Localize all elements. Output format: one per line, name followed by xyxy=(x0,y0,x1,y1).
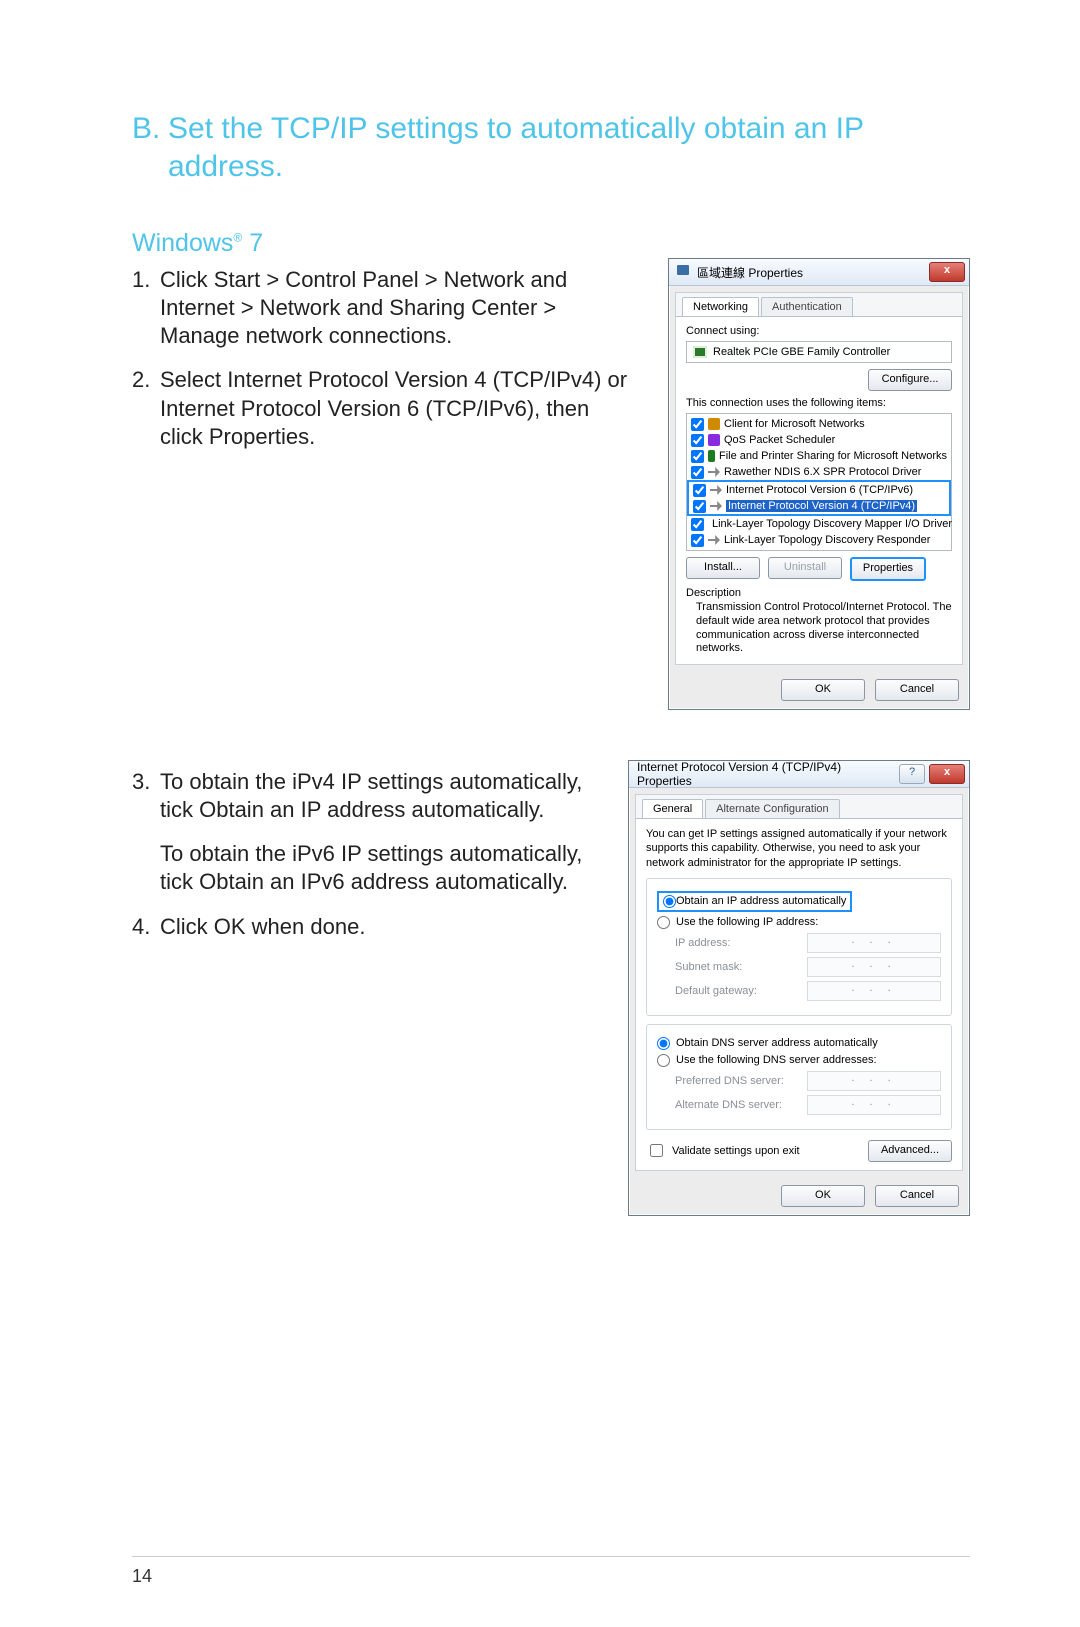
connection-properties-dialog: 區域連線 Properties x Networking Authenticat… xyxy=(668,258,970,710)
uses-items-label: This connection uses the following items… xyxy=(686,397,952,409)
help-icon[interactable]: ? xyxy=(899,764,925,784)
step-4: 4.Click OK when done. xyxy=(132,913,590,941)
page-number: 14 xyxy=(132,1566,152,1587)
gw-field: . . . xyxy=(807,981,941,1001)
cancel-button[interactable]: Cancel xyxy=(875,679,959,701)
intro-text: You can get IP settings assigned automat… xyxy=(646,827,952,870)
ok-button[interactable]: OK xyxy=(781,679,865,701)
advanced-button[interactable]: Advanced... xyxy=(868,1140,952,1162)
protocol-icon xyxy=(708,467,720,477)
manual-page: B. Set the TCP/IP settings to automatica… xyxy=(0,0,1080,1627)
properties-button[interactable]: Properties xyxy=(850,557,926,581)
check-icon[interactable] xyxy=(693,500,706,513)
radio-use-ip[interactable] xyxy=(657,916,670,929)
check-icon[interactable] xyxy=(691,418,704,431)
titlebar[interactable]: Internet Protocol Version 4 (TCP/IPv4) P… xyxy=(629,761,969,788)
radio-use-dns[interactable] xyxy=(657,1054,670,1067)
protocol-list[interactable]: Client for Microsoft Networks QoS Packet… xyxy=(686,413,952,551)
list-item: Link-Layer Topology Discovery Responder xyxy=(687,532,951,548)
close-icon[interactable]: x xyxy=(929,764,965,784)
highlight-box: Obtain an IP address automatically xyxy=(657,891,852,912)
section-letter: B. xyxy=(132,110,168,185)
network-icon xyxy=(677,265,691,279)
cancel-button[interactable]: Cancel xyxy=(875,1185,959,1207)
pdns-label: Preferred DNS server: xyxy=(675,1075,807,1087)
section-heading: B. Set the TCP/IP settings to automatica… xyxy=(132,110,970,185)
adns-field: . . . xyxy=(807,1095,941,1115)
client-icon xyxy=(708,418,720,430)
step-3b: To obtain the iPv6 IP settings automatic… xyxy=(132,840,590,896)
check-icon[interactable] xyxy=(691,534,704,547)
list-item: Client for Microsoft Networks xyxy=(687,416,951,432)
nic-icon xyxy=(693,346,707,358)
check-icon[interactable] xyxy=(693,484,706,497)
list-item: Rawether NDIS 6.X SPR Protocol Driver xyxy=(687,464,951,480)
footer-rule xyxy=(132,1556,970,1557)
radio-auto-dns[interactable] xyxy=(657,1037,670,1050)
highlight-box: Internet Protocol Version 6 (TCP/IPv6) I… xyxy=(687,480,951,516)
tab-networking[interactable]: Networking xyxy=(682,297,759,316)
tab-alternate[interactable]: Alternate Configuration xyxy=(705,799,840,818)
ip-label: IP address: xyxy=(675,937,807,949)
ip-field: . . . xyxy=(807,933,941,953)
tab-general[interactable]: General xyxy=(642,799,703,818)
step-3: 3.To obtain the iPv4 IP settings automat… xyxy=(132,768,590,824)
step-2: 2.Select Internet Protocol Version 4 (TC… xyxy=(132,366,630,450)
list-item: Internet Protocol Version 6 (TCP/IPv6) xyxy=(689,482,949,498)
close-icon[interactable]: x xyxy=(929,262,965,282)
connect-using-label: Connect using: xyxy=(686,325,952,337)
list-item-selected: Internet Protocol Version 4 (TCP/IPv4) xyxy=(689,498,949,514)
list-item: File and Printer Sharing for Microsoft N… xyxy=(687,448,951,464)
list-item: Link-Layer Topology Discovery Mapper I/O… xyxy=(687,516,951,532)
protocol-icon xyxy=(710,501,722,511)
qos-icon xyxy=(708,434,720,446)
tab-strip: General Alternate Configuration xyxy=(636,795,962,819)
protocol-icon xyxy=(710,485,722,495)
titlebar[interactable]: 區域連線 Properties x xyxy=(669,259,969,286)
pdns-field: . . . xyxy=(807,1071,941,1091)
mask-label: Subnet mask: xyxy=(675,961,807,973)
ip-group: Obtain an IP address automatically Use t… xyxy=(646,878,952,1016)
tab-strip: Networking Authentication xyxy=(676,293,962,317)
os-subheading: Windows® 7 xyxy=(132,229,970,258)
list-item: QoS Packet Scheduler xyxy=(687,432,951,448)
share-icon xyxy=(708,450,715,462)
protocol-icon xyxy=(708,535,720,545)
description-label: Description xyxy=(686,587,952,599)
install-button[interactable]: Install... xyxy=(686,557,760,579)
radio-auto-ip[interactable] xyxy=(663,895,676,908)
uninstall-button: Uninstall xyxy=(768,557,842,579)
validate-checkbox[interactable] xyxy=(650,1144,663,1157)
dialog-title: 區域連線 Properties xyxy=(697,264,929,281)
check-icon[interactable] xyxy=(691,434,704,447)
dns-group: Obtain DNS server address automatically … xyxy=(646,1024,952,1130)
validate-label: Validate settings upon exit xyxy=(672,1145,800,1157)
section-title: Set the TCP/IP settings to automatically… xyxy=(168,110,970,185)
adns-label: Alternate DNS server: xyxy=(675,1099,807,1111)
step-1: 1.Click Start > Control Panel > Network … xyxy=(132,266,630,350)
check-icon[interactable] xyxy=(691,450,704,463)
description-text: Transmission Control Protocol/Internet P… xyxy=(696,601,952,656)
check-icon[interactable] xyxy=(691,518,704,531)
ipv4-properties-dialog: Internet Protocol Version 4 (TCP/IPv4) P… xyxy=(628,760,970,1216)
gw-label: Default gateway: xyxy=(675,985,807,997)
check-icon[interactable] xyxy=(691,466,704,479)
mask-field: . . . xyxy=(807,957,941,977)
tab-authentication[interactable]: Authentication xyxy=(761,297,853,316)
dialog-title: Internet Protocol Version 4 (TCP/IPv4) P… xyxy=(637,760,899,788)
configure-button[interactable]: Configure... xyxy=(868,369,952,391)
nic-field[interactable]: Realtek PCIe GBE Family Controller xyxy=(686,341,952,363)
ok-button[interactable]: OK xyxy=(781,1185,865,1207)
